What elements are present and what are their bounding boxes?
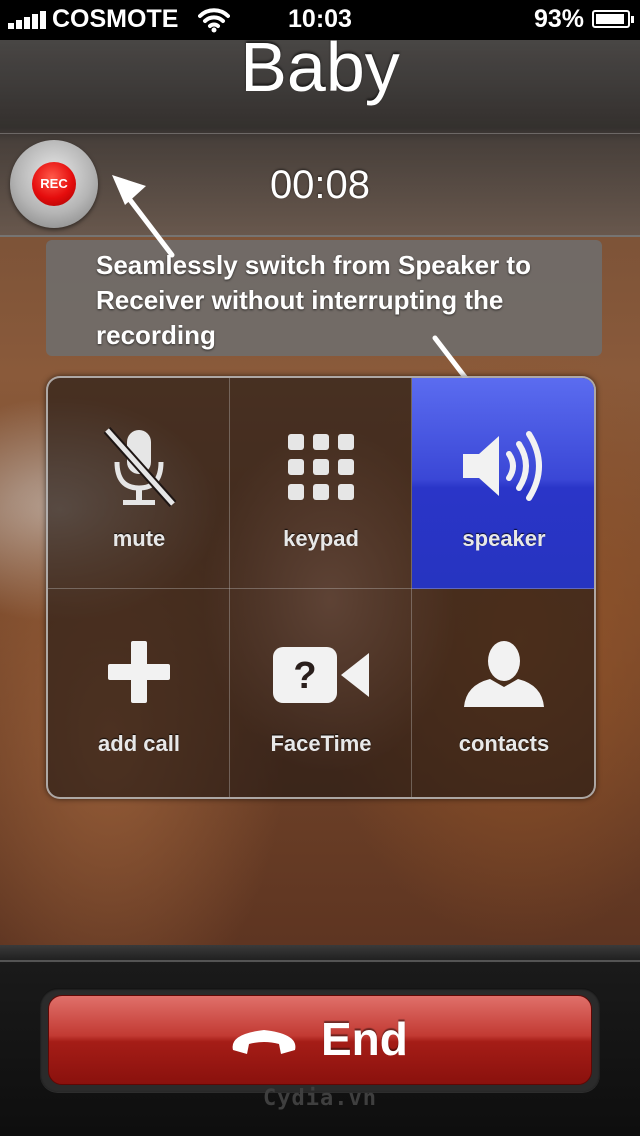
- end-button-well: End: [40, 988, 600, 1092]
- in-call-screen: COSMOTE 10:03 93% Baby 00:08 REC Seamles…: [0, 0, 640, 1136]
- mute-icon: [99, 426, 179, 517]
- battery-icon: [592, 10, 634, 28]
- contacts-button[interactable]: contacts: [412, 589, 594, 797]
- bottom-bar-divider: [0, 960, 640, 962]
- contacts-icon: [462, 639, 546, 714]
- svg-text:?: ?: [293, 655, 316, 697]
- keypad-icon: [288, 434, 354, 505]
- end-call-label: End: [321, 1013, 408, 1065]
- handset-icon: [229, 1024, 299, 1063]
- header-divider: [0, 133, 640, 134]
- facetime-label: FaceTime: [270, 731, 372, 756]
- speaker-button[interactable]: speaker: [412, 378, 594, 589]
- record-button[interactable]: REC: [10, 140, 98, 228]
- rec-badge: REC: [32, 162, 76, 206]
- end-call-button[interactable]: End: [48, 995, 592, 1085]
- keypad-button[interactable]: keypad: [230, 378, 412, 589]
- grid-divider-horizontal: [48, 588, 594, 589]
- speaker-label: speaker: [462, 526, 546, 551]
- add-call-icon: [106, 639, 172, 710]
- battery-percent: 93%: [533, 5, 584, 33]
- keypad-label: keypad: [283, 526, 359, 551]
- call-controls-grid: mute keypad speaker add call ? FaceTime …: [46, 376, 596, 799]
- mute-label: mute: [112, 526, 166, 551]
- speaker-icon: [459, 426, 549, 511]
- mute-button[interactable]: mute: [48, 378, 230, 589]
- tooltip-text: Seamlessly switch from Speaker to Receiv…: [96, 250, 531, 350]
- contacts-label: contacts: [458, 731, 550, 756]
- facetime-button[interactable]: ? FaceTime: [230, 589, 412, 797]
- add-call-button[interactable]: add call: [48, 589, 230, 797]
- contact-name: Baby: [240, 28, 400, 106]
- facetime-icon: ?: [271, 645, 371, 710]
- watermark: Cydia.vn: [263, 1086, 377, 1111]
- add-call-label: add call: [98, 731, 180, 756]
- annotation-tooltip: Seamlessly switch from Speaker to Receiv…: [46, 240, 602, 356]
